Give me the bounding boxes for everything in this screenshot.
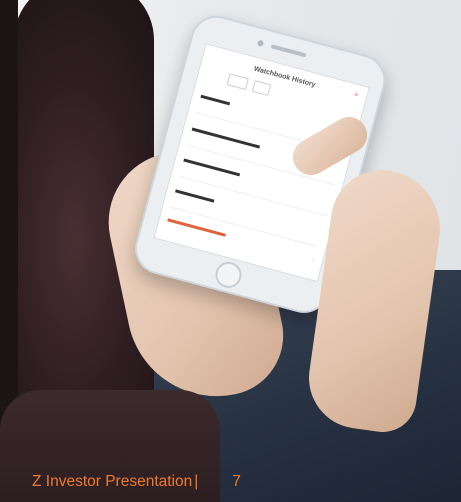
screen-tab [226, 73, 250, 91]
home-button [212, 258, 245, 291]
screen-row-bar [191, 127, 260, 149]
screen-row-bar [200, 94, 231, 106]
screen-row-bar [183, 158, 241, 177]
screen-link [167, 218, 227, 237]
photo-scene: Watchbook History × › [0, 0, 461, 502]
chevron-right-icon: › [311, 257, 315, 264]
speaker [270, 44, 307, 58]
caption-title: Z Investor Presentation [32, 473, 193, 490]
screen-row-bar [175, 189, 215, 203]
slide-caption: Z Investor Presentation | 7 [32, 473, 241, 491]
screen-tab [252, 80, 271, 96]
page-number: 7 [232, 473, 241, 490]
caption-separator: | [194, 473, 199, 490]
camera-icon [256, 39, 265, 47]
